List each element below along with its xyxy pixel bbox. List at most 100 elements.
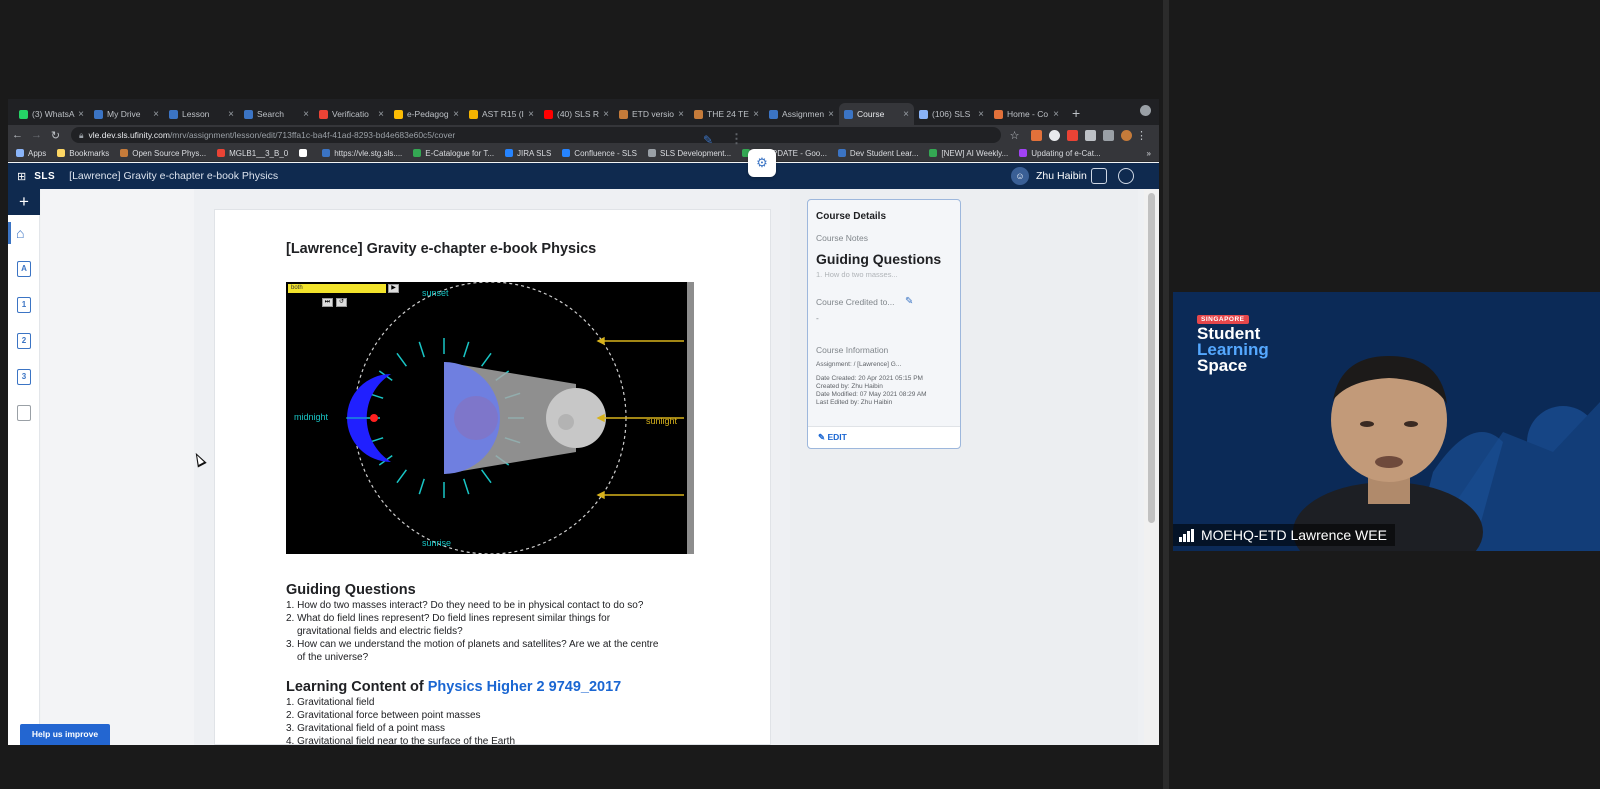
bookmark-item[interactable]: Dev Student Lear... [837,149,918,158]
browser-tab[interactable]: Lesson × [164,103,239,125]
browser-toolbar: ← → ↻ 🔒︎ vle.dev.sls.ufinity.com /mrv/as… [8,125,1159,145]
edit-credit-pencil-icon[interactable]: ✎ [905,296,913,307]
tab-search-icon[interactable] [1140,105,1151,116]
home-icon[interactable]: ⌂ [16,225,32,241]
browser-tab[interactable]: THE 24 TE × [689,103,764,125]
rail-item-cover-icon[interactable]: A [17,261,31,277]
tab-title: Search [257,109,284,119]
tab-close-icon[interactable]: × [303,109,309,120]
tab-close-icon[interactable]: × [903,109,909,120]
sim-tick [463,478,470,495]
extension-icon[interactable] [1067,129,1078,141]
more-options-icon[interactable]: ⋮ [730,131,743,147]
browser-tab[interactable]: My Drive × [89,103,164,125]
reading-list-icon[interactable] [1103,129,1114,141]
assignment-path: Assignment: / [Lawrence] G... [816,361,902,368]
tab-close-icon[interactable]: × [1053,109,1059,120]
add-icon[interactable]: + [8,189,40,215]
browser-tab[interactable]: ETD versio × [614,103,689,125]
rail-item-3-icon[interactable]: 3 [17,369,31,385]
bookmark-label: SLS Development... [660,148,732,158]
scrollbar-thumb[interactable] [1148,193,1155,523]
tab-title: My Drive [107,109,141,119]
settings-gear-icon[interactable]: ⚙ [748,149,776,177]
new-tab-icon[interactable]: + [1064,105,1088,125]
tab-close-icon[interactable]: × [978,109,984,120]
forward-icon[interactable]: → [27,129,46,141]
reload-icon[interactable]: ↻ [46,129,65,142]
browser-tab[interactable]: Assignmen × [764,103,839,125]
date-created: Date Created: 20 Apr 2021 05:15 PM [816,375,923,382]
learning-item: 3. Gravitational field of a point mass [286,723,445,734]
learning-content-heading: Learning Content of Physics Higher 2 974… [286,679,621,695]
browser-tab[interactable]: Search × [239,103,314,125]
tab-close-icon[interactable]: × [453,109,459,120]
learning-item: 4. Gravitational field near to the surfa… [286,736,516,745]
tab-close-icon[interactable]: × [753,109,759,120]
play-icon[interactable]: ▶ [388,284,399,293]
bookmark-favicon-icon [505,149,514,157]
participant-video[interactable]: SINGAPORE Student Learning Space MOEHQ-E… [1173,292,1600,551]
bookmark-item[interactable]: SLS Development... [648,149,731,158]
step-icon[interactable]: ⏭ [322,298,333,307]
tab-close-icon[interactable]: × [678,109,684,120]
participant-name: MOEHQ-ETD Lawrence WEE [1201,527,1387,543]
tab-close-icon[interactable]: × [378,109,384,120]
rail-item-2-icon[interactable]: 2 [17,333,31,349]
sim-tick [418,341,425,358]
edit-course-button[interactable]: ✎ EDIT [808,426,960,448]
syllabus-link[interactable]: Physics Higher 2 9749_2017 [428,679,621,695]
bookmark-item[interactable]: JIRA SLS [505,149,551,158]
address-bar[interactable]: 🔒︎ vle.dev.sls.ufinity.com /mrv/assignme… [71,127,1001,143]
day-night-simulation[interactable]: both ▶ ⏭ ↺ sunset midnight sunlight sunr… [286,282,694,554]
check-circle-icon[interactable] [1118,168,1134,184]
browser-menu-icon[interactable]: ⋮ [1132,129,1151,142]
browser-tab[interactable]: Course × [839,103,914,125]
structure-icon[interactable] [1091,168,1107,184]
tab-close-icon[interactable]: × [78,109,84,120]
rail-item-1-icon[interactable]: 1 [17,297,31,313]
browser-tab[interactable]: AST R15 (I × [464,103,539,125]
scrollbar[interactable] [1144,189,1159,745]
bookmark-item[interactable] [299,149,311,157]
browser-tab[interactable]: Home - Co × [989,103,1064,125]
bookmark-item[interactable]: Apps [16,149,46,158]
browser-tab[interactable]: (40) SLS R × [539,103,614,125]
extension-puzzle-icon[interactable] [1085,129,1096,141]
star-icon[interactable]: ☆ [1005,129,1024,142]
app-title: [Lawrence] Gravity e-chapter e-book Phys… [69,170,279,182]
browser-tab[interactable]: Verificatio × [314,103,389,125]
tab-title: (3) WhatsA [32,109,75,119]
bookmark-item[interactable]: MGLB1__3_B_0 [217,149,288,158]
edit-pencil-icon[interactable]: ✎ [703,133,713,147]
tab-close-icon[interactable]: × [528,109,534,120]
bookmark-item[interactable]: https://vle.stg.sls.... [322,149,402,158]
tab-favicon-icon [394,109,403,119]
tab-close-icon[interactable]: × [828,109,834,120]
back-icon[interactable]: ← [8,129,27,141]
profile-avatar-icon[interactable] [1121,129,1132,141]
user-menu[interactable]: ☺ Zhu Haibin [1011,167,1087,185]
apps-grid-icon[interactable]: ⊞ [17,170,26,183]
extension-icon[interactable] [1049,129,1060,141]
help-us-improve-button[interactable]: Help us improve [20,724,110,745]
tab-close-icon[interactable]: × [228,109,234,120]
bookmark-item[interactable]: Open Source Phys... [120,149,206,158]
browser-tab[interactable]: (106) SLS × [914,103,989,125]
rail-item-notes-icon[interactable] [17,405,31,421]
extension-icon[interactable] [1031,129,1042,141]
view-dropdown[interactable]: both [288,284,386,293]
bookmark-item[interactable]: Confluence - SLS [562,149,637,158]
tab-favicon-icon [919,109,928,119]
bookmark-item[interactable]: E-Catalogue for T... [413,149,494,158]
bookmark-favicon-icon [1019,149,1028,157]
reset-icon[interactable]: ↺ [336,298,347,307]
tab-close-icon[interactable]: × [603,109,609,120]
bookmarks-overflow-icon[interactable]: » [1147,149,1151,158]
tab-close-icon[interactable]: × [153,109,159,120]
bookmark-item[interactable]: [NEW] AI Weekly... [929,149,1008,158]
browser-tab[interactable]: (3) WhatsA × [14,103,89,125]
bookmark-item[interactable]: Bookmarks [57,149,109,158]
browser-tab[interactable]: e-Pedagog × [389,103,464,125]
bookmark-item[interactable]: Updating of e-Cat... [1019,149,1101,158]
